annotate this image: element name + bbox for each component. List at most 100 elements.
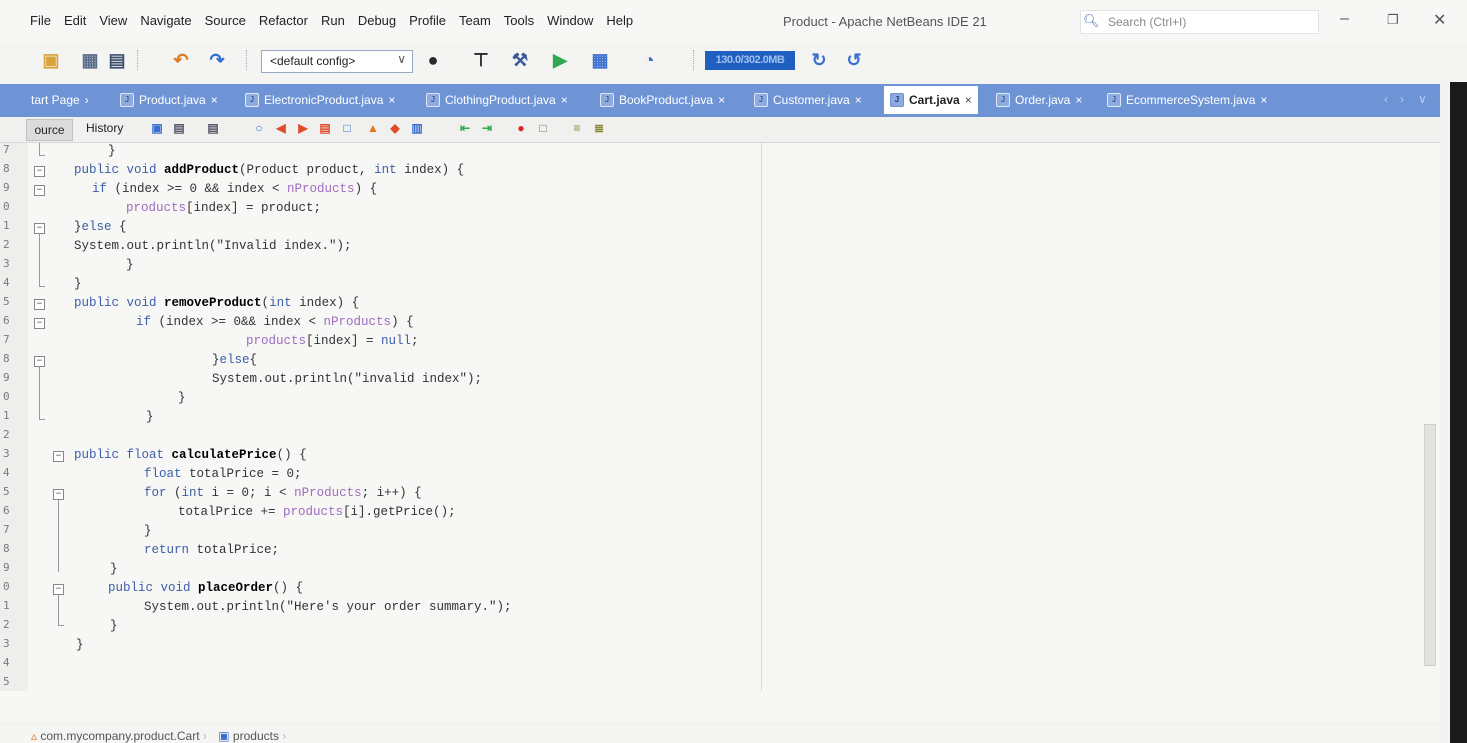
fold-toggle-icon[interactable]: − [34, 318, 45, 329]
last-edit-icon[interactable]: ▣ [150, 121, 164, 135]
close-icon[interactable]: × [561, 93, 568, 107]
minimize-icon[interactable]: – [1340, 10, 1349, 28]
code-line: if (index >= 0 && index < nProducts) { [92, 182, 378, 196]
tab-start-page[interactable]: tart Page › [31, 89, 89, 111]
find-previous-icon[interactable]: ◀ [274, 121, 288, 135]
shift-right-icon[interactable]: ⇥ [480, 121, 494, 135]
menu-edit[interactable]: Edit [64, 13, 86, 28]
toggle-bookmark-icon[interactable]: ▥ [410, 121, 424, 135]
tab-electronicproduct-java[interactable]: J ElectronicProduct.java × [245, 89, 395, 111]
fold-guide [39, 155, 45, 156]
breadcrumb-member[interactable]: products [233, 729, 279, 743]
next-bookmark-icon[interactable]: ◆ [388, 121, 402, 135]
start-macro-icon[interactable]: ● [514, 121, 528, 135]
tab-ecommercesystem-java[interactable]: J EcommerceSystem.java × [1107, 89, 1267, 111]
line-number: 0 [3, 200, 10, 213]
menu-file[interactable]: File [30, 13, 51, 28]
toggle-highlight-icon[interactable]: ▤ [318, 121, 332, 135]
vertical-scrollbar[interactable] [1424, 424, 1436, 666]
tab-label: tart Page [31, 93, 80, 107]
globe-icon[interactable]: ● [422, 49, 444, 71]
code-line: } [108, 144, 116, 158]
menu-refactor[interactable]: Refactor [259, 13, 308, 28]
breadcrumb-class[interactable]: com.mycompany.product.Cart [40, 729, 199, 743]
tab-cart-java[interactable]: J Cart.java × [884, 86, 978, 114]
clean-build-icon[interactable]: ⚒ [509, 49, 531, 71]
previous-bookmark-icon[interactable]: ▲ [366, 121, 380, 135]
config-select[interactable]: <default config> ∨ [261, 50, 413, 73]
tab-label: ClothingProduct.java [445, 93, 556, 107]
search-field[interactable]: 🔍︎ Search (Ctrl+I) [1080, 10, 1319, 34]
code-line: }else{ [212, 353, 258, 367]
menu-window[interactable]: Window [547, 13, 593, 28]
fold-toggle-icon[interactable]: − [53, 584, 64, 595]
uncomment-icon[interactable]: ≣ [592, 121, 606, 135]
fold-toggle-icon[interactable]: − [34, 356, 45, 367]
menu-run[interactable]: Run [321, 13, 345, 28]
new-file-icon[interactable]: ▣ [40, 49, 62, 71]
tabs-dropdown-icon[interactable]: ∨ [1418, 92, 1427, 106]
line-number: 8 [3, 352, 10, 365]
line-number: 3 [3, 637, 10, 650]
menu-source[interactable]: Source [205, 13, 246, 28]
undo-icon[interactable]: ↶ [170, 49, 192, 71]
restore-icon[interactable]: ❐ [1387, 12, 1399, 28]
line-number: 9 [3, 561, 10, 574]
menu-team[interactable]: Team [459, 13, 491, 28]
menu-tools[interactable]: Tools [504, 13, 534, 28]
line-number: 2 [3, 618, 10, 631]
find-icon[interactable]: ○ [252, 121, 266, 135]
tab-bookproduct-java[interactable]: J BookProduct.java × [600, 89, 725, 111]
close-icon[interactable]: × [211, 93, 218, 107]
fold-toggle-icon[interactable]: − [53, 489, 64, 500]
menu-profile[interactable]: Profile [409, 13, 446, 28]
source-tab-button[interactable]: ource [26, 119, 73, 141]
redo-icon[interactable]: ↷ [206, 49, 228, 71]
tab-customer-java[interactable]: J Customer.java × [754, 89, 862, 111]
close-icon[interactable]: × [965, 93, 972, 107]
menu-view[interactable]: View [99, 13, 127, 28]
stop-macro-icon[interactable]: □ [536, 121, 550, 135]
toggle-rect-selection-icon[interactable]: □ [340, 121, 354, 135]
comment-icon[interactable]: ≡ [570, 121, 584, 135]
fold-toggle-icon[interactable]: − [53, 451, 64, 462]
scroll-tabs-right-icon[interactable]: › [1400, 92, 1404, 106]
scroll-tabs-left-icon[interactable]: ‹ [1384, 92, 1388, 106]
build-hammer-icon[interactable]: ⊤ [470, 49, 492, 71]
fold-toggle-icon[interactable]: − [34, 299, 45, 310]
menu-debug[interactable]: Debug [358, 13, 396, 28]
close-icon[interactable]: × [855, 93, 862, 107]
gc-profiler-icon[interactable]: ↺ [843, 49, 865, 71]
gc-icon[interactable]: ↻ [808, 49, 830, 71]
back-icon[interactable]: ▤ [172, 121, 186, 135]
code-editor[interactable] [0, 143, 1440, 721]
line-number: 7 [3, 143, 10, 156]
profile-icon[interactable]: ◔ [638, 49, 660, 71]
tab-product-java[interactable]: J Product.java × [120, 89, 218, 111]
close-icon[interactable]: × [1260, 93, 1267, 107]
close-icon[interactable]: × [1075, 93, 1082, 107]
debug-icon[interactable]: ▦ [589, 49, 611, 71]
shift-left-icon[interactable]: ⇤ [458, 121, 472, 135]
fold-toggle-icon[interactable]: − [34, 166, 45, 177]
close-icon[interactable]: ✕ [1433, 10, 1446, 30]
screen-bezel [1450, 0, 1467, 743]
close-icon[interactable]: × [388, 93, 395, 107]
forward-icon[interactable]: ▤ [206, 121, 220, 135]
fold-toggle-icon[interactable]: − [34, 223, 45, 234]
code-line: public float calculatePrice() { [74, 448, 307, 462]
java-main-file-icon: J [1107, 93, 1121, 107]
memory-indicator[interactable]: 130.0/302.0MB [705, 51, 795, 70]
close-icon[interactable]: × [718, 93, 725, 107]
run-icon[interactable]: ▶ [549, 49, 571, 71]
tab-label: Cart.java [909, 93, 960, 107]
menu-help[interactable]: Help [606, 13, 633, 28]
find-next-icon[interactable]: ▶ [296, 121, 310, 135]
open-project-icon[interactable]: ▤ [106, 49, 128, 71]
menu-navigate[interactable]: Navigate [140, 13, 191, 28]
history-tab-button[interactable]: History [86, 121, 123, 135]
fold-toggle-icon[interactable]: − [34, 185, 45, 196]
new-project-icon[interactable]: ▦ [79, 49, 101, 71]
tab-clothingproduct-java[interactable]: J ClothingProduct.java × [426, 89, 568, 111]
tab-order-java[interactable]: J Order.java × [996, 89, 1082, 111]
